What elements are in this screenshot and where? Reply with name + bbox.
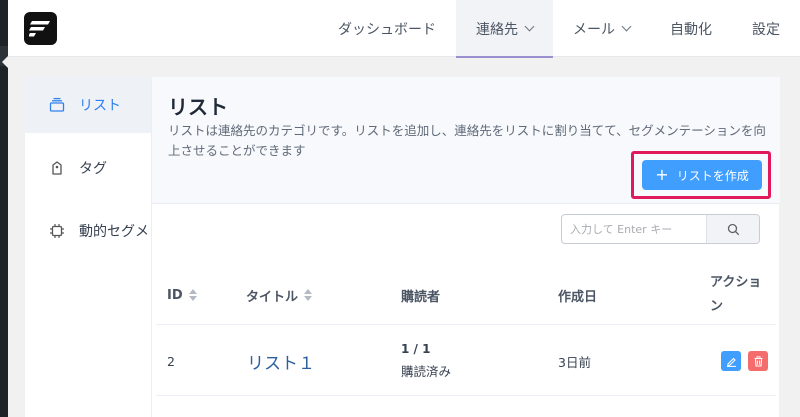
contacts-sidebar: リスト タグ 動的セグメント <box>25 77 177 417</box>
chevron-down-icon <box>621 21 632 32</box>
column-header-created: 作成日 <box>558 265 597 325</box>
nav-settings-label: 設定 <box>752 21 780 38</box>
trash-icon <box>754 355 762 367</box>
cell-title-link[interactable]: リスト１ <box>247 326 315 396</box>
column-header-label: 購読者 <box>401 289 441 305</box>
top-navigation-bar: ダッシュボード 連絡先 メール 自動化 設定 <box>8 0 800 58</box>
nav-automation[interactable]: 自動化 <box>650 0 732 57</box>
current-menu-arrow-icon <box>2 56 8 68</box>
main-nav: ダッシュボード 連絡先 メール 自動化 設定 <box>318 0 800 58</box>
column-header-title[interactable]: タイトル <box>246 265 313 325</box>
nav-dashboard[interactable]: ダッシュボード <box>318 0 456 57</box>
cell-actions <box>721 326 768 396</box>
nav-contacts-label: 連絡先 <box>476 21 518 38</box>
plus-icon: + <box>655 165 669 184</box>
search-box <box>561 214 760 244</box>
cell-id: 2 <box>167 353 175 369</box>
admin-side-strip <box>0 0 8 417</box>
list-stack-icon <box>49 97 65 112</box>
search-input[interactable] <box>562 215 706 243</box>
pencil-icon <box>726 357 736 367</box>
sort-caret-icon[interactable] <box>304 289 313 301</box>
lists-panel: リスト リストは連絡先のカテゴリです。リストを追加し、連絡先をリストに割り当てて… <box>151 77 780 417</box>
tag-icon <box>52 161 62 175</box>
column-header-label: タイトル <box>246 289 299 305</box>
nav-automation-label: 自動化 <box>670 21 712 38</box>
table-header: ID タイトル 購読者 作成日 アクション <box>156 265 776 325</box>
search-icon <box>727 223 739 235</box>
chevron-down-icon <box>524 21 535 32</box>
cell-subscribers: 1 / 1 購読済み <box>401 326 451 396</box>
nav-dashboard-label: ダッシュボード <box>338 21 436 38</box>
nav-email-label: メール <box>573 21 615 38</box>
sidebar-item-label: リスト <box>79 98 121 114</box>
create-button-highlight: + リストを作成 <box>631 151 771 199</box>
edit-button[interactable] <box>721 351 741 371</box>
panel-header: リスト リストは連絡先のカテゴリです。リストを追加し、連絡先をリストに割り当てて… <box>152 77 780 204</box>
nav-email[interactable]: メール <box>553 0 650 57</box>
page-title: リスト <box>168 95 228 119</box>
column-header-actions: アクション <box>710 265 772 325</box>
nav-settings[interactable]: 設定 <box>732 0 800 57</box>
app-logo[interactable] <box>24 12 57 45</box>
subscriber-count: 1 / 1 <box>401 342 431 356</box>
create-list-button[interactable]: + リストを作成 <box>642 160 762 190</box>
table-row: 2 リスト１ 1 / 1 購読済み 3日前 <box>156 326 776 396</box>
search-button[interactable] <box>706 215 759 243</box>
column-header-label: ID <box>167 287 183 303</box>
column-header-label: 作成日 <box>558 289 598 305</box>
subscriber-status: 購読済み <box>401 364 452 379</box>
create-list-button-label: リストを作成 <box>676 168 749 183</box>
sidebar-item-lists[interactable]: リスト <box>25 77 151 133</box>
chip-icon <box>50 224 64 238</box>
logo-mark-icon <box>29 21 50 37</box>
column-header-id[interactable]: ID <box>167 265 197 325</box>
sidebar-item-label: タグ <box>79 161 107 177</box>
cell-created: 3日前 <box>558 354 591 370</box>
sidebar-item-tags[interactable]: タグ <box>25 140 151 196</box>
nav-contacts[interactable]: 連絡先 <box>456 0 553 58</box>
delete-button[interactable] <box>748 351 768 371</box>
sidebar-item-dynamic-segments[interactable]: 動的セグメント <box>25 203 177 259</box>
sort-caret-icon[interactable] <box>188 289 197 301</box>
column-header-subscribers: 購読者 <box>401 265 440 325</box>
column-header-label: アクション <box>710 275 762 314</box>
